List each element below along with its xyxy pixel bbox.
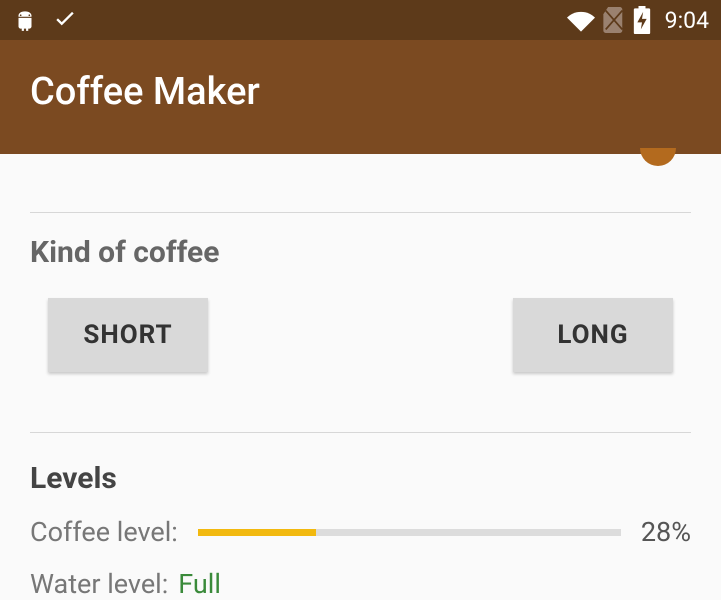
battery-charging-icon <box>633 6 651 34</box>
knob-icon[interactable] <box>640 148 676 166</box>
coffee-level-label: Coffee level: <box>30 516 178 548</box>
divider <box>30 212 691 213</box>
check-icon <box>52 7 78 33</box>
levels-title: Levels <box>30 461 691 496</box>
status-bar-left <box>12 7 78 33</box>
divider <box>30 432 691 433</box>
water-level-label: Water level: <box>30 568 168 600</box>
water-level-value: Full <box>178 568 221 600</box>
page-title: Coffee Maker <box>30 70 260 114</box>
status-bar: 9:04 <box>0 0 721 40</box>
android-icon <box>12 7 38 33</box>
app-bar: Coffee Maker <box>0 40 721 154</box>
water-level-row: Water level: Full <box>30 568 691 600</box>
status-time: 9:04 <box>665 7 709 34</box>
coffee-level-row: Coffee level: 28% <box>30 516 691 548</box>
status-bar-right: 9:04 <box>567 6 709 34</box>
coffee-kind-buttons: SHORT LONG <box>30 298 691 372</box>
coffee-level-fill <box>198 529 316 536</box>
coffee-level-progress <box>198 529 621 536</box>
coffee-level-value: 28% <box>641 516 691 548</box>
wifi-icon <box>567 8 595 32</box>
main-content: Kind of coffee SHORT LONG Levels Coffee … <box>0 154 721 600</box>
long-button[interactable]: LONG <box>513 298 673 372</box>
knob-overflow <box>30 154 691 164</box>
kind-of-coffee-title: Kind of coffee <box>30 235 691 270</box>
short-button[interactable]: SHORT <box>48 298 208 372</box>
sim-icon <box>603 7 625 33</box>
